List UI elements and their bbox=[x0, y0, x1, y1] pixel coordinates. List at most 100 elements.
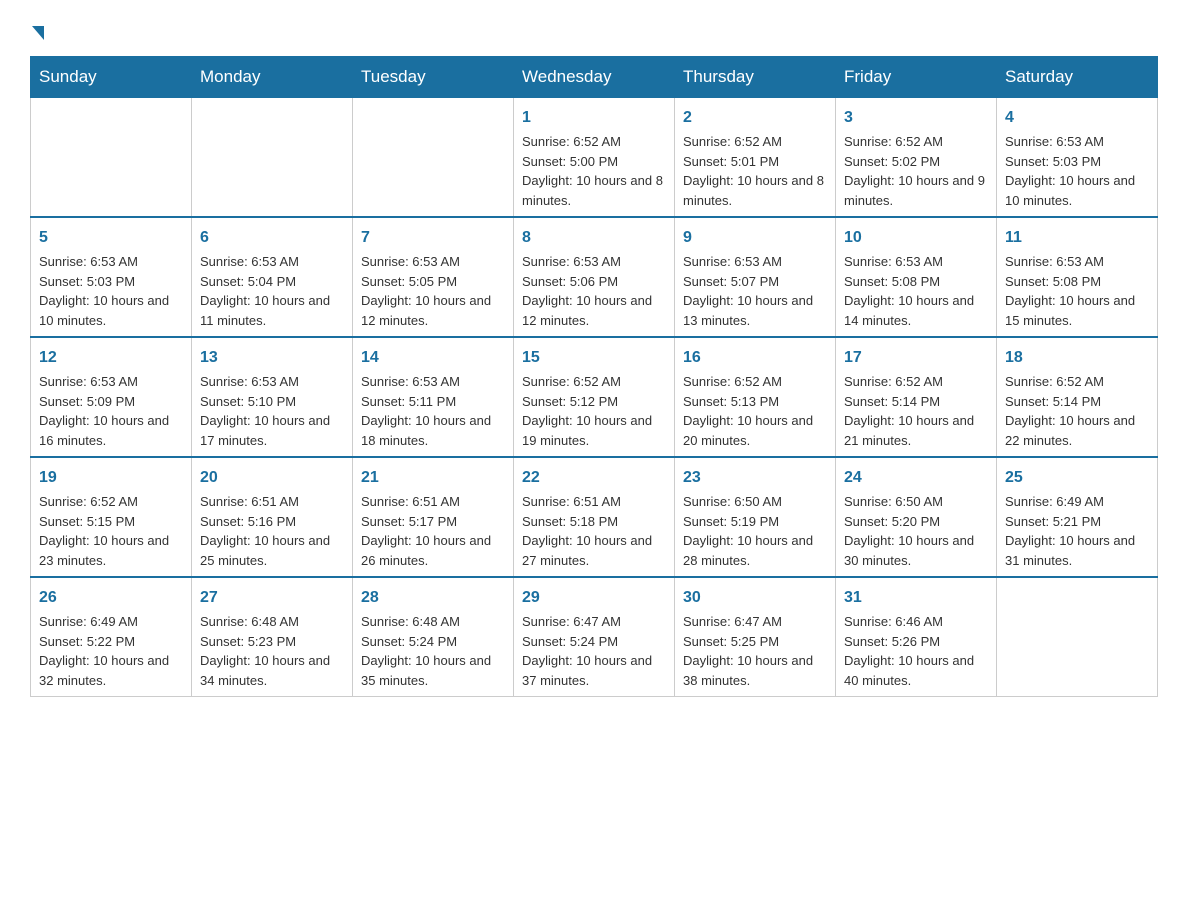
day-cell: 25Sunrise: 6:49 AM Sunset: 5:21 PM Dayli… bbox=[997, 457, 1158, 577]
day-cell bbox=[997, 577, 1158, 697]
day-number: 30 bbox=[683, 586, 827, 610]
column-header-friday: Friday bbox=[836, 57, 997, 98]
day-info: Sunrise: 6:53 AM Sunset: 5:08 PM Dayligh… bbox=[1005, 252, 1149, 330]
logo-general bbox=[30, 20, 44, 46]
day-cell: 1Sunrise: 6:52 AM Sunset: 5:00 PM Daylig… bbox=[514, 98, 675, 218]
day-number: 20 bbox=[200, 466, 344, 490]
day-cell: 3Sunrise: 6:52 AM Sunset: 5:02 PM Daylig… bbox=[836, 98, 997, 218]
day-number: 28 bbox=[361, 586, 505, 610]
day-number: 11 bbox=[1005, 226, 1149, 250]
day-number: 4 bbox=[1005, 106, 1149, 130]
day-info: Sunrise: 6:53 AM Sunset: 5:06 PM Dayligh… bbox=[522, 252, 666, 330]
day-number: 1 bbox=[522, 106, 666, 130]
day-info: Sunrise: 6:51 AM Sunset: 5:18 PM Dayligh… bbox=[522, 492, 666, 570]
day-number: 13 bbox=[200, 346, 344, 370]
day-cell: 20Sunrise: 6:51 AM Sunset: 5:16 PM Dayli… bbox=[192, 457, 353, 577]
day-number: 27 bbox=[200, 586, 344, 610]
week-row-1: 1Sunrise: 6:52 AM Sunset: 5:00 PM Daylig… bbox=[31, 98, 1158, 218]
day-info: Sunrise: 6:50 AM Sunset: 5:20 PM Dayligh… bbox=[844, 492, 988, 570]
day-info: Sunrise: 6:51 AM Sunset: 5:17 PM Dayligh… bbox=[361, 492, 505, 570]
day-cell: 28Sunrise: 6:48 AM Sunset: 5:24 PM Dayli… bbox=[353, 577, 514, 697]
logo-arrow-icon bbox=[32, 26, 44, 40]
day-info: Sunrise: 6:53 AM Sunset: 5:07 PM Dayligh… bbox=[683, 252, 827, 330]
day-number: 22 bbox=[522, 466, 666, 490]
day-info: Sunrise: 6:53 AM Sunset: 5:04 PM Dayligh… bbox=[200, 252, 344, 330]
day-cell: 4Sunrise: 6:53 AM Sunset: 5:03 PM Daylig… bbox=[997, 98, 1158, 218]
day-number: 12 bbox=[39, 346, 183, 370]
day-info: Sunrise: 6:52 AM Sunset: 5:01 PM Dayligh… bbox=[683, 132, 827, 210]
day-number: 3 bbox=[844, 106, 988, 130]
day-info: Sunrise: 6:53 AM Sunset: 5:03 PM Dayligh… bbox=[39, 252, 183, 330]
day-cell: 10Sunrise: 6:53 AM Sunset: 5:08 PM Dayli… bbox=[836, 217, 997, 337]
day-cell: 31Sunrise: 6:46 AM Sunset: 5:26 PM Dayli… bbox=[836, 577, 997, 697]
day-info: Sunrise: 6:53 AM Sunset: 5:05 PM Dayligh… bbox=[361, 252, 505, 330]
day-number: 7 bbox=[361, 226, 505, 250]
day-number: 2 bbox=[683, 106, 827, 130]
day-cell: 17Sunrise: 6:52 AM Sunset: 5:14 PM Dayli… bbox=[836, 337, 997, 457]
day-info: Sunrise: 6:52 AM Sunset: 5:14 PM Dayligh… bbox=[1005, 372, 1149, 450]
column-header-sunday: Sunday bbox=[31, 57, 192, 98]
day-cell: 16Sunrise: 6:52 AM Sunset: 5:13 PM Dayli… bbox=[675, 337, 836, 457]
day-number: 9 bbox=[683, 226, 827, 250]
day-info: Sunrise: 6:53 AM Sunset: 5:08 PM Dayligh… bbox=[844, 252, 988, 330]
day-number: 24 bbox=[844, 466, 988, 490]
day-number: 23 bbox=[683, 466, 827, 490]
day-cell: 7Sunrise: 6:53 AM Sunset: 5:05 PM Daylig… bbox=[353, 217, 514, 337]
calendar-header-row: SundayMondayTuesdayWednesdayThursdayFrid… bbox=[31, 57, 1158, 98]
day-number: 17 bbox=[844, 346, 988, 370]
day-cell: 11Sunrise: 6:53 AM Sunset: 5:08 PM Dayli… bbox=[997, 217, 1158, 337]
day-number: 8 bbox=[522, 226, 666, 250]
day-info: Sunrise: 6:46 AM Sunset: 5:26 PM Dayligh… bbox=[844, 612, 988, 690]
week-row-4: 19Sunrise: 6:52 AM Sunset: 5:15 PM Dayli… bbox=[31, 457, 1158, 577]
day-cell: 24Sunrise: 6:50 AM Sunset: 5:20 PM Dayli… bbox=[836, 457, 997, 577]
day-cell: 9Sunrise: 6:53 AM Sunset: 5:07 PM Daylig… bbox=[675, 217, 836, 337]
day-cell bbox=[192, 98, 353, 218]
column-header-thursday: Thursday bbox=[675, 57, 836, 98]
calendar-body: 1Sunrise: 6:52 AM Sunset: 5:00 PM Daylig… bbox=[31, 98, 1158, 697]
day-number: 21 bbox=[361, 466, 505, 490]
day-number: 31 bbox=[844, 586, 988, 610]
week-row-3: 12Sunrise: 6:53 AM Sunset: 5:09 PM Dayli… bbox=[31, 337, 1158, 457]
day-info: Sunrise: 6:48 AM Sunset: 5:23 PM Dayligh… bbox=[200, 612, 344, 690]
day-info: Sunrise: 6:47 AM Sunset: 5:24 PM Dayligh… bbox=[522, 612, 666, 690]
day-info: Sunrise: 6:51 AM Sunset: 5:16 PM Dayligh… bbox=[200, 492, 344, 570]
day-cell: 29Sunrise: 6:47 AM Sunset: 5:24 PM Dayli… bbox=[514, 577, 675, 697]
day-info: Sunrise: 6:49 AM Sunset: 5:21 PM Dayligh… bbox=[1005, 492, 1149, 570]
day-info: Sunrise: 6:53 AM Sunset: 5:03 PM Dayligh… bbox=[1005, 132, 1149, 210]
day-info: Sunrise: 6:49 AM Sunset: 5:22 PM Dayligh… bbox=[39, 612, 183, 690]
column-header-wednesday: Wednesday bbox=[514, 57, 675, 98]
day-info: Sunrise: 6:53 AM Sunset: 5:11 PM Dayligh… bbox=[361, 372, 505, 450]
day-info: Sunrise: 6:53 AM Sunset: 5:09 PM Dayligh… bbox=[39, 372, 183, 450]
day-number: 19 bbox=[39, 466, 183, 490]
week-row-5: 26Sunrise: 6:49 AM Sunset: 5:22 PM Dayli… bbox=[31, 577, 1158, 697]
day-info: Sunrise: 6:47 AM Sunset: 5:25 PM Dayligh… bbox=[683, 612, 827, 690]
page-header bbox=[30, 20, 1158, 46]
day-cell: 2Sunrise: 6:52 AM Sunset: 5:01 PM Daylig… bbox=[675, 98, 836, 218]
day-cell bbox=[353, 98, 514, 218]
day-cell bbox=[31, 98, 192, 218]
day-number: 14 bbox=[361, 346, 505, 370]
column-header-saturday: Saturday bbox=[997, 57, 1158, 98]
calendar-table: SundayMondayTuesdayWednesdayThursdayFrid… bbox=[30, 56, 1158, 697]
day-info: Sunrise: 6:48 AM Sunset: 5:24 PM Dayligh… bbox=[361, 612, 505, 690]
day-number: 25 bbox=[1005, 466, 1149, 490]
logo bbox=[30, 20, 44, 46]
day-info: Sunrise: 6:52 AM Sunset: 5:00 PM Dayligh… bbox=[522, 132, 666, 210]
day-cell: 27Sunrise: 6:48 AM Sunset: 5:23 PM Dayli… bbox=[192, 577, 353, 697]
day-cell: 15Sunrise: 6:52 AM Sunset: 5:12 PM Dayli… bbox=[514, 337, 675, 457]
day-cell: 26Sunrise: 6:49 AM Sunset: 5:22 PM Dayli… bbox=[31, 577, 192, 697]
day-cell: 21Sunrise: 6:51 AM Sunset: 5:17 PM Dayli… bbox=[353, 457, 514, 577]
week-row-2: 5Sunrise: 6:53 AM Sunset: 5:03 PM Daylig… bbox=[31, 217, 1158, 337]
day-info: Sunrise: 6:52 AM Sunset: 5:14 PM Dayligh… bbox=[844, 372, 988, 450]
day-cell: 6Sunrise: 6:53 AM Sunset: 5:04 PM Daylig… bbox=[192, 217, 353, 337]
day-cell: 13Sunrise: 6:53 AM Sunset: 5:10 PM Dayli… bbox=[192, 337, 353, 457]
day-cell: 14Sunrise: 6:53 AM Sunset: 5:11 PM Dayli… bbox=[353, 337, 514, 457]
day-info: Sunrise: 6:53 AM Sunset: 5:10 PM Dayligh… bbox=[200, 372, 344, 450]
day-number: 26 bbox=[39, 586, 183, 610]
day-number: 5 bbox=[39, 226, 183, 250]
day-number: 15 bbox=[522, 346, 666, 370]
column-header-monday: Monday bbox=[192, 57, 353, 98]
day-number: 16 bbox=[683, 346, 827, 370]
day-number: 29 bbox=[522, 586, 666, 610]
day-cell: 19Sunrise: 6:52 AM Sunset: 5:15 PM Dayli… bbox=[31, 457, 192, 577]
